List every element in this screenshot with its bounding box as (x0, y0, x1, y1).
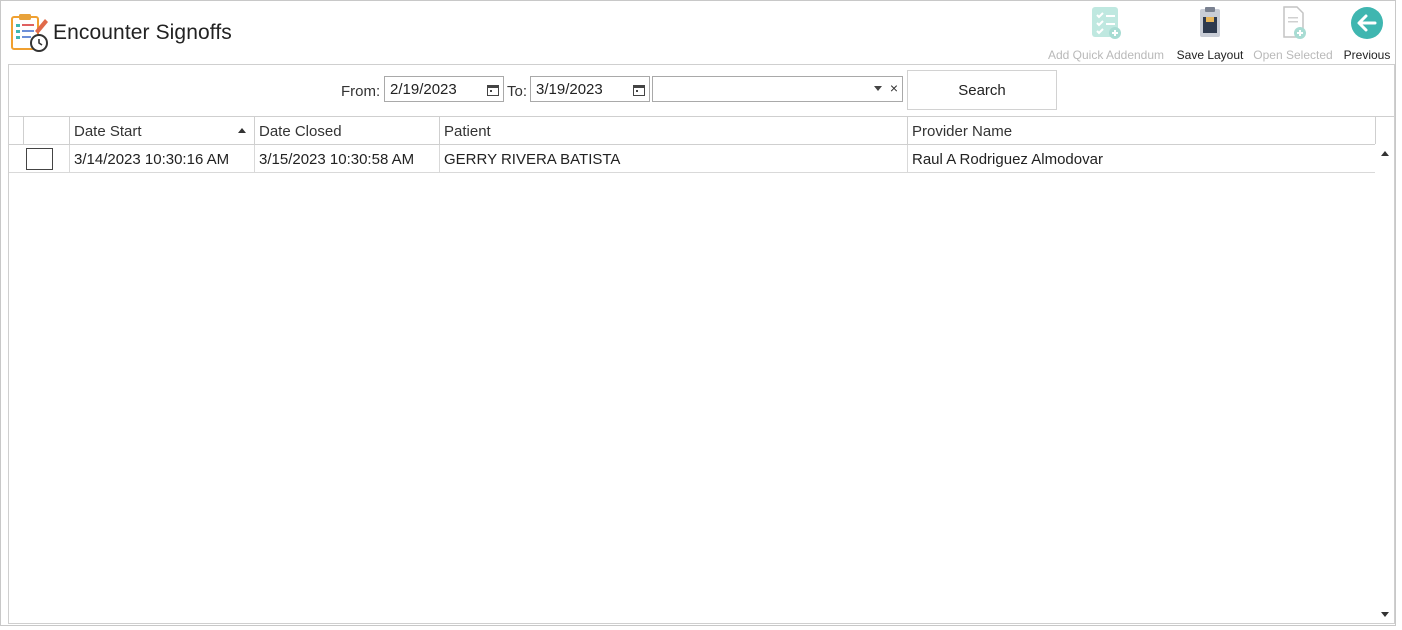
signoffs-grid: Date Start Date Closed Patient Provider … (9, 116, 1394, 623)
column-header-date-start[interactable]: Date Start (70, 117, 255, 144)
select-cell (24, 145, 70, 172)
row-indicator-header (9, 117, 24, 144)
column-header-date-closed[interactable]: Date Closed (255, 117, 440, 144)
cell-provider-name: Raul A Rodriguez Almodovar (912, 151, 1103, 168)
from-label: From: (341, 83, 381, 100)
grid-header: Date Start Date Closed Patient Provider … (9, 117, 1376, 145)
open-selected-button[interactable]: Open Selected (1251, 5, 1335, 62)
chevron-down-icon[interactable] (874, 86, 882, 91)
column-header-patient[interactable]: Patient (440, 117, 908, 144)
from-date-field[interactable]: 2/19/2023 (384, 76, 504, 102)
vertical-scrollbar[interactable] (1377, 145, 1394, 623)
add-quick-addendum-button[interactable]: Add Quick Addendum (1046, 5, 1166, 62)
clipboard-save-icon (1173, 5, 1247, 46)
filter-combobox[interactable]: × (652, 76, 903, 102)
table-row[interactable]: 3/14/2023 10:30:16 AM 3/15/2023 10:30:58… (9, 145, 1375, 173)
to-label: To: (507, 83, 528, 100)
calendar-icon[interactable] (633, 83, 645, 101)
cell-date-start: 3/14/2023 10:30:16 AM (70, 145, 255, 172)
clear-icon[interactable]: × (890, 80, 898, 96)
app-window: Encounter Signoffs Add Quick Addendum Sa… (0, 0, 1396, 626)
column-header-provider-name[interactable]: Provider Name (908, 117, 1376, 144)
checklist-add-icon (1046, 5, 1166, 46)
clipboard-clock-icon (9, 11, 49, 53)
sort-ascending-icon (238, 128, 246, 133)
arrow-left-circle-icon (1341, 5, 1393, 46)
to-date-field[interactable]: 3/19/2023 (530, 76, 650, 102)
scroll-up-icon[interactable] (1381, 151, 1389, 156)
calendar-icon[interactable] (487, 83, 499, 101)
save-layout-button[interactable]: Save Layout (1173, 5, 1247, 62)
previous-button[interactable]: Previous (1341, 5, 1393, 62)
search-button[interactable]: Search (907, 70, 1057, 110)
document-add-icon (1251, 5, 1335, 46)
scroll-down-icon[interactable] (1381, 612, 1389, 617)
page-title: Encounter Signoffs (53, 21, 232, 44)
select-column-header[interactable] (24, 117, 70, 144)
cell-patient: GERRY RIVERA BATISTA (440, 145, 908, 172)
row-indicator (9, 145, 24, 172)
cell-date-closed: 3/15/2023 10:30:58 AM (255, 145, 440, 172)
signoffs-panel: From: 2/19/2023 To: 3/19/2023 × Search D… (8, 64, 1395, 624)
